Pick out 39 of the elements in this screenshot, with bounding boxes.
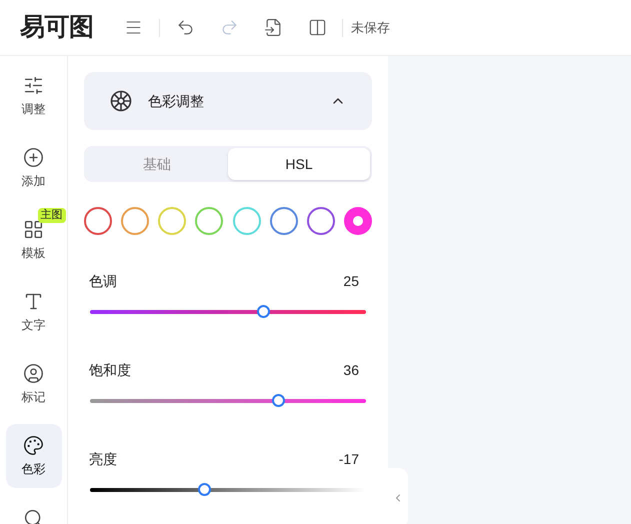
color-swatch[interactable] xyxy=(270,207,298,235)
sidebar-item[interactable]: 标记 xyxy=(6,352,62,416)
collapse-handle[interactable] xyxy=(388,468,408,524)
color-swatch[interactable] xyxy=(121,207,150,235)
color-swatch[interactable] xyxy=(344,207,372,235)
sidebar-item[interactable]: 文字 xyxy=(6,280,62,344)
section-title: 色彩调整 xyxy=(148,92,204,110)
undo-icon[interactable] xyxy=(176,18,195,37)
color-swatch[interactable] xyxy=(232,207,261,235)
file-icon[interactable] xyxy=(264,18,283,37)
color-swatch[interactable] xyxy=(84,207,112,235)
slider-label: 亮度 xyxy=(89,450,117,469)
grid-icon xyxy=(23,218,44,240)
compare-icon[interactable] xyxy=(308,18,327,37)
person-circle-icon xyxy=(23,362,44,384)
slider-thumb[interactable] xyxy=(198,483,212,496)
sidebar-item[interactable]: 色彩 xyxy=(6,424,62,488)
sidebar-item[interactable]: 添加 xyxy=(6,136,62,200)
logo: 易可图 xyxy=(20,12,94,43)
color-swatch[interactable] xyxy=(195,207,224,235)
plus-circle-icon xyxy=(23,146,44,168)
section-header[interactable]: 色彩调整 xyxy=(84,72,372,130)
save-status: 未保存 xyxy=(351,18,390,37)
slider-label: 色调 xyxy=(89,272,117,291)
slider-value: 36 xyxy=(343,361,359,380)
color-swatch[interactable] xyxy=(306,207,335,235)
palette-icon xyxy=(23,434,44,456)
slider[interactable] xyxy=(89,394,367,407)
slider-thumb[interactable] xyxy=(256,305,270,318)
slider-value: -17 xyxy=(338,450,359,469)
wheel-icon xyxy=(110,90,132,112)
sidebar-item[interactable]: 调整 xyxy=(6,64,62,128)
sliders-icon xyxy=(23,74,44,96)
slider-label: 饱和度 xyxy=(89,361,131,380)
slider-thumb[interactable] xyxy=(272,394,286,407)
badge: 主图 xyxy=(38,208,66,223)
slider-value: 25 xyxy=(343,272,359,291)
tab[interactable]: HSL xyxy=(228,148,370,180)
slider[interactable] xyxy=(89,305,367,318)
